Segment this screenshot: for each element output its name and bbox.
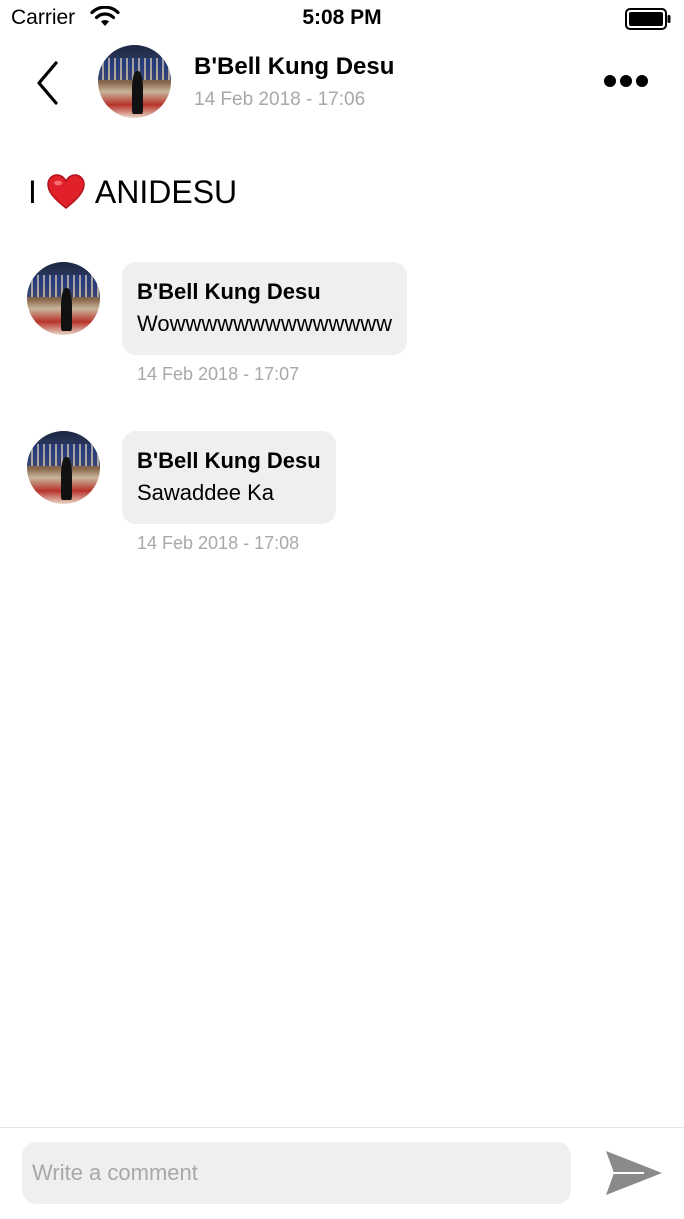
- send-icon: [606, 1151, 662, 1195]
- author-name[interactable]: B'Bell Kung Desu: [194, 53, 394, 81]
- back-button[interactable]: [28, 58, 68, 108]
- post-text-before: I: [28, 173, 37, 210]
- commenter-avatar[interactable]: [27, 262, 100, 335]
- comment-bubble[interactable]: B'Bell Kung Desu Wowwwwwwwwwwwwww: [122, 262, 408, 355]
- more-options-button[interactable]: [603, 70, 649, 92]
- comment-input[interactable]: [22, 1142, 571, 1204]
- comment-timestamp: 14 Feb 2018 - 17:08: [137, 533, 300, 553]
- commenter-avatar[interactable]: [27, 431, 100, 504]
- comment-text: Sawaddee Ka: [137, 480, 274, 505]
- commenter-name: B'Bell Kung Desu: [137, 279, 321, 304]
- battery-icon: [625, 8, 671, 30]
- post-content: I ANIDESU: [28, 170, 237, 214]
- post-header: B'Bell Kung Desu 14 Feb 2018 - 17:06: [0, 40, 684, 130]
- comment-composer: [0, 1127, 684, 1219]
- comment-text: Wowwwwwwwwwwwwww: [137, 311, 393, 336]
- post-timestamp: 14 Feb 2018 - 17:06: [194, 89, 366, 110]
- chevron-left-icon: [37, 61, 58, 105]
- ellipsis-icon: [604, 75, 648, 87]
- commenter-name: B'Bell Kung Desu: [137, 448, 321, 473]
- send-button[interactable]: [604, 1148, 664, 1198]
- author-avatar[interactable]: [98, 45, 171, 118]
- status-bar: Carrier 5:08 PM: [0, 0, 684, 40]
- comment-bubble[interactable]: B'Bell Kung Desu Sawaddee Ka: [122, 431, 336, 524]
- clock-time: 5:08 PM: [302, 6, 382, 29]
- heart-icon: [47, 174, 85, 209]
- comment-timestamp: 14 Feb 2018 - 17:07: [137, 364, 300, 384]
- post-text-after: ANIDESU: [94, 173, 238, 210]
